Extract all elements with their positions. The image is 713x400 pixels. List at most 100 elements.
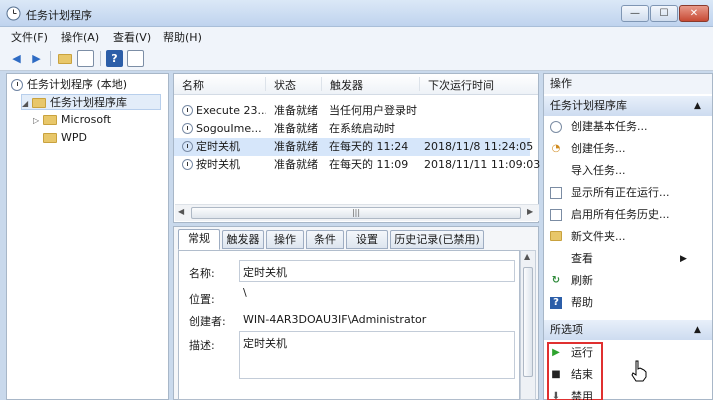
scrollbar-thumb[interactable] — [523, 267, 533, 377]
menu-action[interactable]: 操作(A) — [58, 29, 102, 45]
tab-history[interactable]: 历史记录(已禁用) — [390, 230, 484, 249]
scrollbar-thumb[interactable]: ||| — [191, 207, 521, 219]
scroll-up-icon[interactable]: ▲ — [524, 252, 530, 261]
task-details: 常规 触发器 操作 条件 设置 历史记录(已禁用) 名称: 定时关机 位置: \… — [173, 226, 539, 400]
column-header-trigger[interactable]: 触发器 — [322, 77, 420, 92]
tab-actions[interactable]: 操作 — [266, 230, 304, 249]
author-value: WIN-4AR3DOAU3IF\Administrator — [243, 313, 427, 326]
task-icon — [182, 140, 193, 152]
action-new-folder[interactable]: 新文件夹... — [544, 226, 712, 248]
action-enable-history[interactable]: 启用所有任务历史... — [544, 204, 712, 226]
table-row[interactable]: SogouIme... 准备就绪 在系统启动时 — [174, 120, 530, 138]
action-label: 查看 — [571, 252, 593, 265]
action-label: 创建基本任务... — [571, 120, 648, 133]
action-help[interactable]: ? 帮助 — [544, 292, 712, 314]
create-basic-task-icon — [550, 121, 562, 133]
task-trigger: 在每天的 11:09 — [329, 158, 409, 171]
column-header-status[interactable]: 状态 — [266, 77, 322, 92]
horizontal-scrollbar[interactable]: ◀ ||| ▶ — [175, 204, 539, 221]
back-arrow-icon[interactable]: ◀ — [8, 50, 25, 67]
task-status: 准备就绪 — [274, 140, 318, 153]
menu-bar: 文件(F) 操作(A) 查看(V) 帮助(H) — [0, 27, 713, 46]
task-trigger: 在每天的 11:24 — [329, 140, 409, 153]
menu-view[interactable]: 查看(V) — [110, 29, 154, 45]
tree-item-label: WPD — [61, 131, 87, 144]
vertical-scrollbar[interactable]: ▲ — [520, 250, 536, 400]
task-list-header: 名称 状态 触发器 下次运行时间 — [174, 74, 538, 95]
folder-up-icon[interactable] — [56, 50, 73, 67]
navigation-tree: 任务计划程序 (本地) ◢ 任务计划程序库 ▷ Microsoft WPD — [6, 73, 169, 400]
folder-icon — [43, 133, 57, 143]
collapse-arrow-icon[interactable]: ◢ — [22, 96, 32, 112]
task-status: 准备就绪 — [274, 158, 318, 171]
action-refresh[interactable]: ↻ 刷新 — [544, 270, 712, 292]
scroll-right-icon[interactable]: ▶ — [527, 207, 533, 216]
close-button[interactable]: ✕ — [679, 5, 709, 22]
tree-item-label: 任务计划程序库 — [50, 96, 127, 109]
table-row[interactable]: Execute 23... 准备就绪 当任何用户登录时 — [174, 102, 530, 120]
action-label: 刷新 — [571, 274, 593, 287]
action-label: 帮助 — [571, 296, 593, 309]
clock-icon — [11, 79, 23, 91]
column-header-name[interactable]: 名称 — [174, 77, 266, 92]
action-view[interactable]: 查看 ▶ — [544, 248, 712, 270]
history-icon — [550, 209, 562, 221]
window-title: 任务计划程序 — [26, 9, 92, 22]
action-run[interactable]: ▶ 运行 — [544, 342, 712, 364]
tree-item-root[interactable]: 任务计划程序 (本地) — [11, 77, 127, 93]
action-import-task[interactable]: 导入任务... — [544, 160, 712, 182]
forward-arrow-icon[interactable]: ▶ — [28, 50, 45, 67]
tab-general[interactable]: 常规 — [178, 229, 220, 250]
action-disable[interactable]: ⬇ 禁用 — [544, 386, 712, 400]
tab-settings[interactable]: 设置 — [346, 230, 388, 249]
menu-file[interactable]: 文件(F) — [8, 29, 51, 45]
tree-item-wpd[interactable]: WPD — [43, 130, 87, 146]
action-label: 运行 — [571, 346, 593, 359]
expand-arrow-icon[interactable]: ▷ — [33, 113, 43, 129]
toolbar: ◀ ▶ ? — [0, 46, 713, 71]
action-create-task[interactable]: ◔ 创建任务... — [544, 138, 712, 160]
task-icon — [182, 158, 193, 170]
actions-pane: 操作 任务计划程序库 ▲ 创建基本任务... ◔ 创建任务... 导入任务... … — [543, 73, 713, 400]
tree-item-label: 任务计划程序 (本地) — [27, 78, 128, 91]
running-tasks-icon — [550, 187, 562, 199]
section-header-selected[interactable]: 所选项 ▲ — [544, 320, 712, 340]
toolbar-separator — [100, 51, 101, 66]
folder-icon — [32, 98, 46, 108]
tab-triggers[interactable]: 触发器 — [222, 230, 264, 249]
properties-icon[interactable] — [127, 50, 144, 67]
menu-help[interactable]: 帮助(H) — [160, 29, 205, 45]
task-icon — [182, 122, 193, 134]
show-hide-tree-icon[interactable] — [77, 50, 94, 67]
column-header-next-run[interactable]: 下次运行时间 — [420, 77, 530, 92]
task-status: 准备就绪 — [274, 122, 318, 135]
view-icon — [550, 253, 562, 265]
maximize-button[interactable]: ☐ — [650, 5, 678, 22]
task-name: 按时关机 — [196, 158, 240, 171]
task-next-run: 2018/11/8 11:24:05 — [424, 140, 534, 153]
folder-icon — [43, 115, 57, 125]
tree-item-microsoft[interactable]: ▷ Microsoft — [33, 112, 111, 128]
action-label: 启用所有任务历史... — [571, 208, 670, 221]
table-row-selected[interactable]: 定时关机 准备就绪 在每天的 11:24 2018/11/8 11:24:05 — [174, 138, 534, 156]
tree-item-library[interactable]: ◢ 任务计划程序库 — [21, 94, 161, 110]
minimize-button[interactable]: — — [621, 5, 649, 22]
section-header-library[interactable]: 任务计划程序库 ▲ — [544, 96, 712, 116]
task-icon — [182, 104, 193, 116]
collapse-icon[interactable]: ▲ — [694, 96, 701, 116]
task-trigger: 当任何用户登录时 — [329, 104, 417, 117]
actions-header: 操作 — [544, 74, 712, 94]
help-icon[interactable]: ? — [106, 50, 123, 67]
scroll-left-icon[interactable]: ◀ — [178, 207, 184, 216]
collapse-icon[interactable]: ▲ — [694, 320, 701, 340]
title-bar: 任务计划程序 — ☐ ✕ — [0, 0, 713, 27]
location-label: 位置: — [189, 293, 215, 306]
action-create-basic-task[interactable]: 创建基本任务... — [544, 116, 712, 138]
action-stop[interactable]: ■ 结束 — [544, 364, 712, 386]
name-value: 定时关机 — [243, 266, 287, 279]
tab-conditions[interactable]: 条件 — [306, 230, 344, 249]
table-row[interactable]: 按时关机 准备就绪 在每天的 11:09 2018/11/11 11:09:03 — [174, 156, 540, 174]
action-label: 结束 — [571, 368, 593, 381]
action-show-running[interactable]: 显示所有正在运行... — [544, 182, 712, 204]
action-label: 创建任务... — [571, 142, 626, 155]
